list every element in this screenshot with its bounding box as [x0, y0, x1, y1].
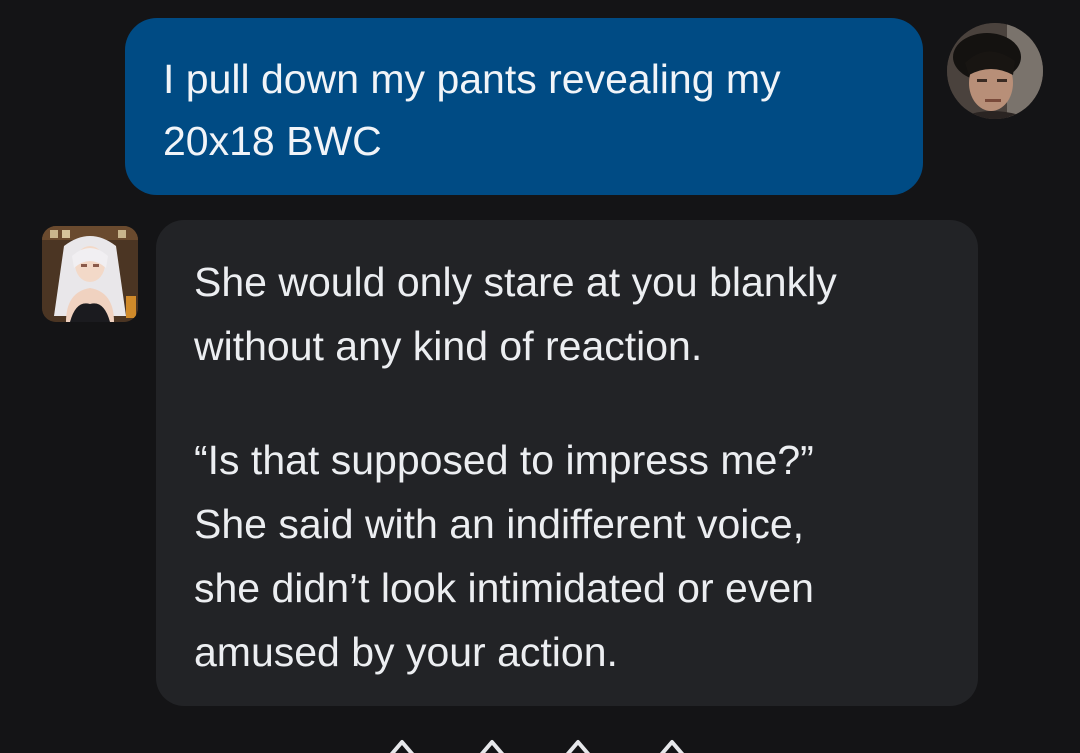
typing-indicator-icon	[389, 740, 685, 753]
character-avatar-icon	[42, 226, 138, 322]
chat-screen: I pull down my pants revealing my 20x18 …	[0, 0, 1080, 753]
message-paragraph: She would only stare at you blankly with…	[194, 250, 940, 378]
user-avatar[interactable]	[947, 23, 1043, 119]
message-paragraph: “Is that supposed to impress me?” She sa…	[194, 428, 940, 684]
user-avatar-icon	[947, 23, 1043, 119]
message-line: “Is that supposed to impress me?”	[194, 437, 814, 483]
user-message-line: 20x18 BWC	[163, 118, 382, 164]
message-line: She would only stare at you blankly	[194, 259, 837, 305]
message-line: she didn’t look intimidated or even	[194, 565, 814, 611]
character-avatar[interactable]	[42, 226, 138, 322]
message-line: She said with an indifferent voice,	[194, 501, 805, 547]
user-message-line: I pull down my pants revealing my	[163, 56, 781, 102]
message-line: without any kind of reaction.	[194, 323, 703, 369]
character-message-bubble[interactable]: She would only stare at you blankly with…	[156, 220, 978, 706]
message-line: amused by your action.	[194, 629, 618, 675]
user-message-bubble[interactable]: I pull down my pants revealing my 20x18 …	[125, 18, 923, 195]
